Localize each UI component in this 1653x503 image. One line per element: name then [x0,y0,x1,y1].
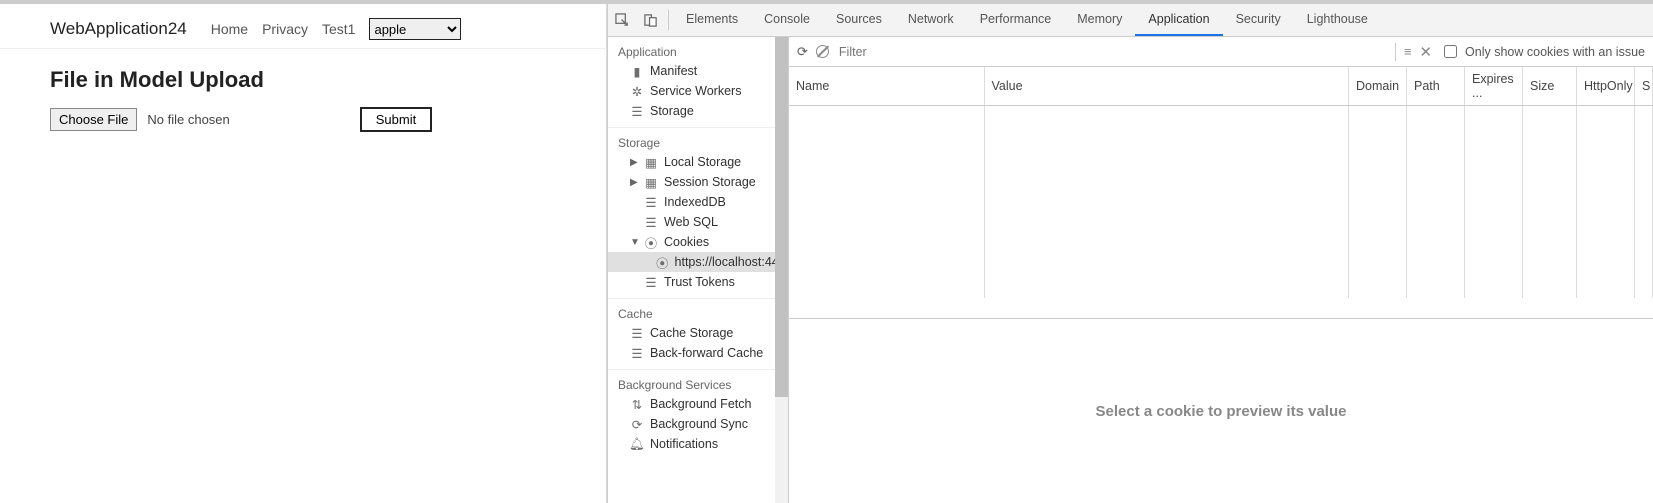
database-icon: ☰ [630,326,644,340]
tab-security[interactable]: Security [1223,4,1294,36]
database-icon: ☰ [644,195,658,209]
page-heading: File in Model Upload [50,67,556,93]
col-size[interactable]: Size [1523,67,1577,106]
sync-icon: ⇅ [630,397,644,411]
col-value[interactable]: Value [984,67,1349,106]
tab-network[interactable]: Network [895,4,967,36]
sidebar-section-storage: Storage [608,128,788,152]
table-row[interactable] [789,106,1653,130]
sidebar-scrollbar[interactable] [775,37,788,503]
table-row[interactable] [789,250,1653,274]
manifest-icon: ▮ [630,64,644,78]
devtools-tabbar: Elements Console Sources Network Perform… [608,4,1653,37]
chevron-right-icon: ▶ [630,177,638,188]
application-sidebar[interactable]: Application ▮Manifest ✲Service Workers ☰… [608,37,789,503]
nav-privacy[interactable]: Privacy [262,21,308,37]
submit-button[interactable]: Submit [360,107,432,132]
table-row[interactable] [789,130,1653,154]
table-row[interactable] [789,226,1653,250]
sidebar-item-session-storage[interactable]: ▶▦Session Storage [608,172,788,192]
tab-application[interactable]: Application [1135,4,1222,36]
nav-home[interactable]: Home [211,21,248,37]
chevron-down-icon: ▼ [630,237,638,248]
database-icon: ☰ [644,215,658,229]
web-page: WebApplication24 Home Privacy Test1 appl… [0,4,607,503]
gear-icon: ✲ [630,84,644,98]
cookie-preview-placeholder: Select a cookie to preview its value [789,319,1653,503]
fruit-select[interactable]: apple [369,18,461,40]
cookies-toolbar: ⟳ ≡ ✕ Only show cookies with an issue [789,37,1653,67]
sidebar-item-indexeddb[interactable]: ☰IndexedDB [608,192,788,212]
devtools-panel: Elements Console Sources Network Perform… [607,4,1653,503]
sidebar-section-bg: Background Services [608,370,788,394]
sidebar-item-service-workers[interactable]: ✲Service Workers [608,81,788,101]
cookies-table[interactable]: Name Value Domain Path Expires ... Size … [789,67,1653,319]
refresh-icon[interactable]: ⟳ [797,44,808,60]
cookie-icon: ⦿ [644,235,658,249]
sidebar-item-cookies-host[interactable]: ⦿https://localhost:44359 [608,252,788,272]
clear-all-icon[interactable]: ✕ [1419,43,1432,61]
sidebar-item-storage[interactable]: ☰Storage [608,101,788,121]
col-httponly[interactable]: HttpOnly [1577,67,1635,106]
brand-title[interactable]: WebApplication24 [50,19,187,39]
chevron-right-icon: ▶ [630,157,638,168]
sidebar-item-cookies[interactable]: ▼⦿Cookies [608,232,788,252]
tab-memory[interactable]: Memory [1064,4,1135,36]
tab-elements[interactable]: Elements [673,4,751,36]
col-s[interactable]: S [1635,67,1653,106]
choose-file-button[interactable]: Choose File [50,108,137,131]
sidebar-item-websql[interactable]: ☰Web SQL [608,212,788,232]
grid-icon: ▦ [644,155,658,169]
table-row[interactable] [789,178,1653,202]
nav-test1[interactable]: Test1 [322,21,355,37]
table-row[interactable] [789,154,1653,178]
database-icon: ☰ [630,104,644,118]
bell-icon: 🔔︎ [630,437,644,451]
sidebar-section-application: Application [608,37,788,61]
database-icon: ☰ [644,275,658,289]
col-domain[interactable]: Domain [1349,67,1407,106]
only-issue-checkbox[interactable]: Only show cookies with an issue [1440,42,1645,61]
filter-input[interactable] [837,44,1167,60]
sidebar-section-cache: Cache [608,299,788,323]
tab-console[interactable]: Console [751,4,823,36]
site-nav: WebApplication24 Home Privacy Test1 appl… [0,4,606,49]
cookie-icon: ⦿ [656,255,669,269]
table-row[interactable] [789,274,1653,298]
sidebar-item-bg-sync[interactable]: ⟳Background Sync [608,414,788,434]
database-icon: ☰ [630,346,644,360]
col-expires[interactable]: Expires ... [1465,67,1523,106]
block-icon[interactable] [816,45,829,58]
file-status-text: No file chosen [147,112,229,127]
sidebar-item-cache-storage[interactable]: ☰Cache Storage [608,323,788,343]
filter-expand-icon[interactable]: ≡ [1404,44,1412,59]
sidebar-item-manifest[interactable]: ▮Manifest [608,61,788,81]
tab-sources[interactable]: Sources [823,4,895,36]
sidebar-item-trust-tokens[interactable]: ☰Trust Tokens [608,272,788,292]
col-path[interactable]: Path [1407,67,1465,106]
sidebar-item-bg-fetch[interactable]: ⇅Background Fetch [608,394,788,414]
table-row[interactable] [789,202,1653,226]
grid-icon: ▦ [644,175,658,189]
tab-performance[interactable]: Performance [967,4,1065,36]
device-toggle-icon[interactable] [636,13,664,28]
inspect-icon[interactable] [608,13,636,28]
sidebar-item-notifications[interactable]: 🔔︎Notifications [608,434,788,454]
sidebar-item-local-storage[interactable]: ▶▦Local Storage [608,152,788,172]
tab-lighthouse[interactable]: Lighthouse [1294,4,1381,36]
sidebar-item-bf-cache[interactable]: ☰Back-forward Cache [608,343,788,363]
refresh-icon: ⟳ [630,417,644,431]
col-name[interactable]: Name [789,67,984,106]
